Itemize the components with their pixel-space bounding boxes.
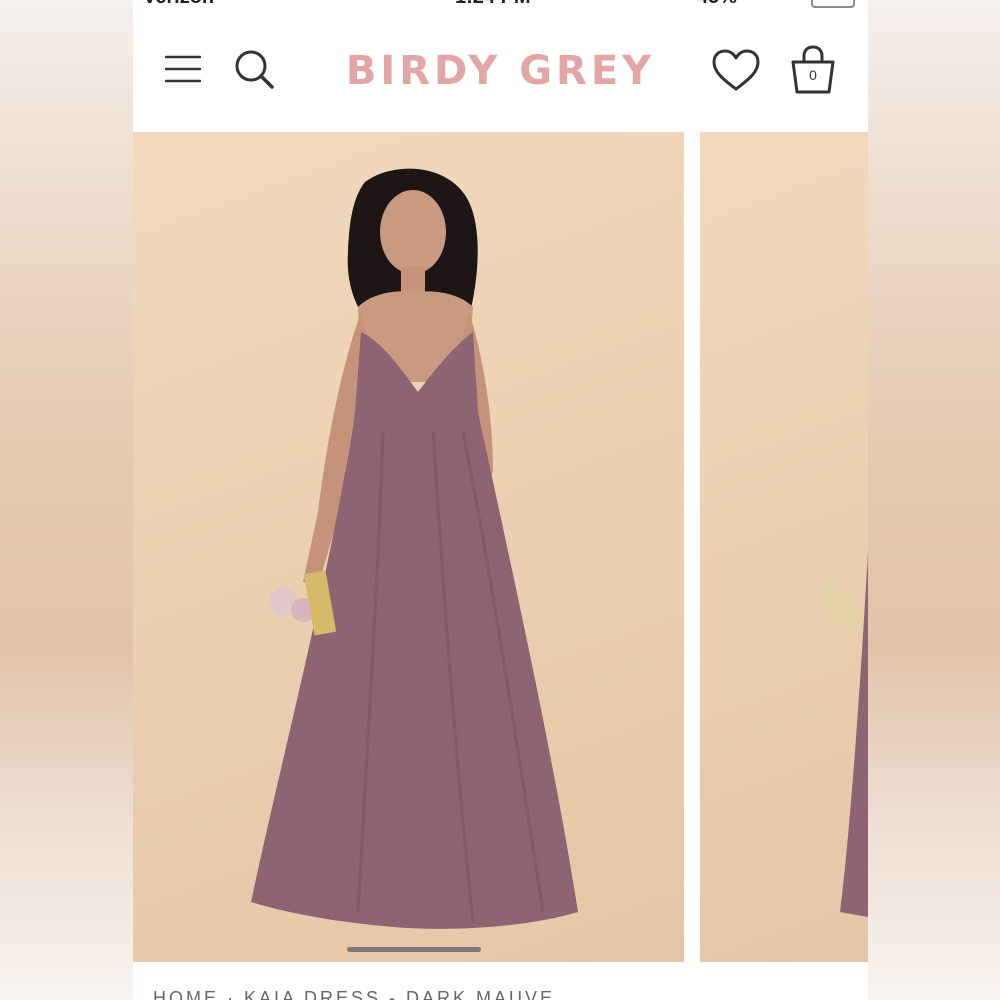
battery-icon xyxy=(811,0,855,8)
model-in-dress-partial-illustration xyxy=(822,552,868,917)
carrier-label: Verizon xyxy=(143,0,214,9)
clock: 1:24 PM xyxy=(455,0,531,9)
breadcrumb[interactable]: HOME · KAIA DRESS - DARK MAUVE xyxy=(153,988,555,1000)
model-in-dress-illustration xyxy=(251,168,578,929)
site-header: BIRDY GREY 0 xyxy=(133,12,868,132)
heart-icon[interactable] xyxy=(711,48,761,92)
background-left xyxy=(0,0,133,1000)
cart-count-badge: 0 xyxy=(809,67,817,83)
background-right xyxy=(868,0,1000,1000)
gallery-scroll-indicator xyxy=(347,947,481,952)
product-image-gallery[interactable] xyxy=(133,132,868,962)
product-photo-main[interactable] xyxy=(133,132,684,962)
product-photo-next[interactable] xyxy=(700,132,868,962)
battery-percent: 45% xyxy=(697,0,737,9)
status-bar: Verizon 1:24 PM 45% xyxy=(133,0,868,12)
phone-screen: Verizon 1:24 PM 45% BIRDY GREY 0 xyxy=(133,0,868,1000)
